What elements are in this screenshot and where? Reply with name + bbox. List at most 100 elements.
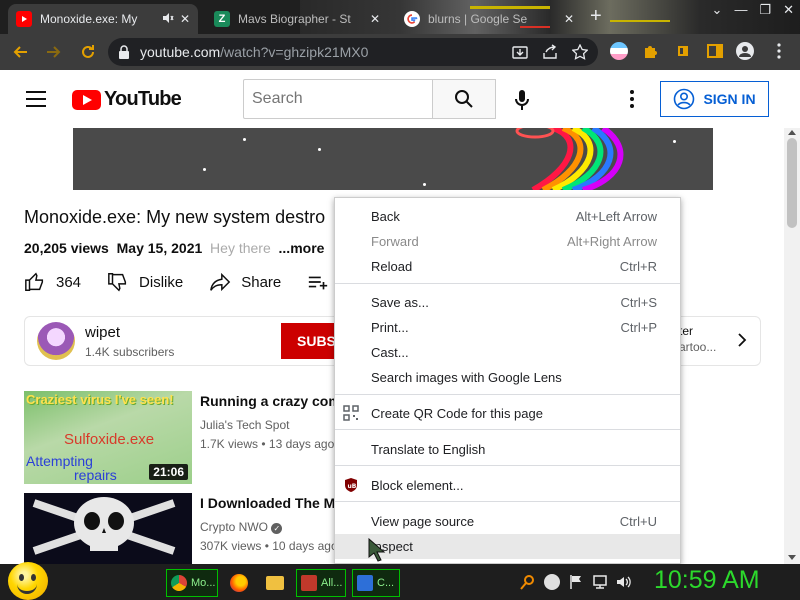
menu-item-back[interactable]: Back Alt+Left Arrow (335, 204, 680, 229)
reload-icon[interactable] (76, 40, 100, 64)
extension-puzzle-icon[interactable] (642, 42, 660, 60)
settings-kebab-icon[interactable] (626, 88, 638, 110)
search-button[interactable] (432, 79, 496, 119)
ublock-shield-icon: uB (345, 478, 357, 492)
youtube-favicon-icon (16, 11, 32, 27)
profile-extension-icon[interactable] (610, 42, 628, 60)
tab-mute-icon[interactable] (162, 12, 174, 27)
qr-code-icon (343, 405, 359, 421)
profile-avatar-icon[interactable] (736, 42, 754, 60)
microphone-icon[interactable] (510, 88, 534, 112)
taskbar-all[interactable]: All... (296, 569, 346, 597)
hamburger-menu-icon[interactable] (26, 91, 46, 107)
lock-icon[interactable] (118, 45, 130, 59)
network-tray-icon[interactable] (592, 574, 608, 590)
tab-biographer[interactable]: Z Mavs Biographer - St ✕ (206, 4, 388, 34)
side-panel-icon[interactable] (706, 42, 724, 60)
flag-tray-icon[interactable] (568, 574, 584, 590)
install-app-icon[interactable] (512, 44, 528, 60)
menu-label: Save as... (371, 295, 429, 310)
scrollbar-thumb[interactable] (787, 138, 797, 228)
tab-google[interactable]: blurns | Google Se ✕ (396, 4, 582, 34)
share-button[interactable]: Share (209, 271, 281, 293)
video-player[interactable] (73, 128, 713, 190)
related-card-line2: artoo... (679, 340, 717, 354)
tab-close-icon[interactable]: ✕ (370, 12, 380, 26)
menu-item-cast[interactable]: Cast... (335, 340, 680, 365)
bookmark-star-icon[interactable] (571, 43, 589, 60)
close-window-icon[interactable]: ✕ (783, 2, 794, 18)
thumbs-up-icon (25, 272, 44, 291)
maximize-icon[interactable]: ❐ (759, 2, 771, 18)
youtube-play-icon (72, 89, 101, 110)
like-button[interactable]: 364 (24, 271, 81, 293)
channel-name[interactable]: wipet (85, 324, 120, 341)
like-count: 364 (56, 273, 82, 291)
menu-shortcut: Ctrl+S (620, 295, 657, 310)
thumbnail-text: Sulfoxide.exe (64, 431, 155, 448)
video-thumbnail[interactable]: Craziest virus I've seen! Sulfoxide.exe … (24, 391, 192, 484)
subscribe-button[interactable]: SUBS (281, 323, 341, 359)
menu-label: Print... (371, 320, 409, 335)
playlist-add-icon (309, 276, 328, 290)
file-explorer-icon[interactable] (266, 576, 284, 590)
menu-item-translate[interactable]: Translate to English (335, 437, 680, 462)
channel-avatar[interactable] (37, 322, 75, 360)
mouse-cursor-icon (368, 538, 386, 562)
search-input[interactable] (243, 79, 433, 119)
related-card[interactable]: ter artoo... (679, 323, 716, 355)
recommended-channel[interactable]: Crypto NWO (200, 520, 268, 534)
search-tray-icon[interactable] (520, 574, 536, 590)
menu-item-print[interactable]: Print... Ctrl+P (335, 315, 680, 340)
sign-in-button[interactable]: SIGN IN (660, 81, 769, 117)
verified-check-icon: ✓ (271, 523, 283, 534)
emoji-tray-icon[interactable] (544, 574, 560, 590)
page-scrollbar[interactable] (784, 128, 800, 564)
tab-close-icon[interactable]: ✕ (180, 12, 190, 26)
star-dot (423, 183, 426, 186)
taskbar-chrome[interactable]: Mo... (166, 569, 218, 597)
back-arrow-icon[interactable] (8, 40, 32, 64)
menu-item-reload[interactable]: Reload Ctrl+R (335, 254, 680, 279)
recommended-video[interactable]: Craziest virus I've seen! Sulfoxide.exe … (24, 391, 349, 484)
youtube-logo[interactable]: YouTube (72, 88, 182, 111)
chevron-right-icon[interactable] (737, 332, 747, 353)
share-arrow-icon (210, 272, 231, 292)
new-tab-icon[interactable]: + (590, 5, 602, 28)
tab-title: blurns | Google Se (428, 12, 528, 26)
extensions-menu-icon[interactable] (674, 42, 692, 60)
system-clock[interactable]: 10:59 AM (654, 566, 760, 595)
tab-search-icon[interactable]: ⌄ (712, 2, 723, 18)
recommended-title[interactable]: I Downloaded The Mo (200, 495, 344, 511)
tab-close-icon[interactable]: ✕ (564, 12, 574, 26)
window-controls: ⌄ — ❐ ✕ (712, 2, 794, 18)
minimize-icon[interactable]: — (734, 2, 747, 18)
menu-item-view-source[interactable]: View page source Ctrl+U (335, 509, 680, 534)
tab-youtube[interactable]: Monoxide.exe: My ✕ (8, 4, 198, 34)
menu-item-qr-code[interactable]: Create QR Code for this page (335, 401, 680, 426)
menu-label: Search images with Google Lens (371, 370, 562, 385)
share-page-icon[interactable] (542, 44, 558, 60)
recommended-channel-row[interactable]: Crypto NWO ✓ (200, 520, 283, 534)
menu-item-forward[interactable]: Forward Alt+Right Arrow (335, 229, 680, 254)
menu-item-google-lens[interactable]: Search images with Google Lens (335, 365, 680, 390)
recommended-title[interactable]: Running a crazy comp (200, 393, 349, 409)
volume-tray-icon[interactable] (616, 574, 632, 590)
menu-shortcut: Ctrl+R (619, 259, 657, 274)
forward-arrow-icon[interactable] (42, 40, 66, 64)
scroll-down-icon[interactable] (788, 555, 796, 560)
firefox-icon[interactable] (230, 574, 248, 592)
star-dot (243, 138, 246, 141)
menu-item-block-element[interactable]: uB Block element... (335, 473, 680, 498)
recommended-channel[interactable]: Julia's Tech Spot (200, 418, 289, 432)
start-smiley-icon[interactable] (8, 562, 48, 600)
system-tray (520, 574, 632, 590)
scroll-up-icon[interactable] (788, 130, 796, 135)
taskbar-c[interactable]: C... (352, 569, 400, 597)
address-bar[interactable]: youtube.com/watch?v=ghzipk21MX0 (108, 38, 598, 66)
taskbar-label: C... (377, 577, 395, 589)
menu-item-save-as[interactable]: Save as... Ctrl+S (335, 290, 680, 315)
chrome-menu-icon[interactable] (770, 42, 788, 60)
dislike-button[interactable]: Dislike (107, 271, 183, 293)
more-link[interactable]: ...more (279, 240, 325, 256)
